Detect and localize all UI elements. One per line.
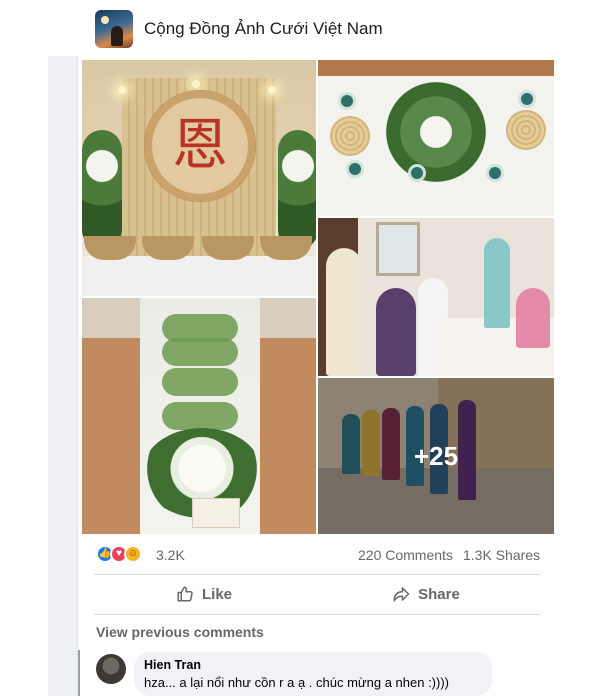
flower-arrangement [278, 130, 316, 250]
greenery [162, 402, 238, 430]
woven-tray [506, 110, 546, 150]
comment-thread-line [78, 650, 80, 696]
comment-text: hza... a lại nổi như cồn r a ạ . chúc mừ… [144, 675, 449, 690]
altar-table [82, 256, 316, 296]
thumbs-up-icon [177, 586, 193, 602]
teacup [338, 92, 356, 110]
share-button[interactable]: Share [326, 578, 526, 610]
window [376, 222, 420, 276]
teacup [486, 164, 504, 182]
share-label: Share [418, 585, 460, 603]
photo-makeup-room[interactable] [318, 218, 554, 376]
flower-centrepiece [386, 82, 486, 182]
commenter-avatar[interactable] [96, 654, 126, 684]
woven-tray [330, 116, 370, 156]
couple-silhouette [111, 26, 123, 46]
group-avatar[interactable] [95, 10, 133, 48]
comment-author[interactable]: Hien Tran [144, 658, 201, 672]
person [484, 238, 510, 328]
care-reaction-icon[interactable]: ☺ [124, 545, 142, 563]
teacup [346, 160, 364, 178]
greenery [162, 338, 238, 366]
moon-shape [101, 16, 109, 24]
light-bulb [268, 86, 276, 94]
post-stats: 👍 ♥ ☺ 3.2K 220 Comments 1.3K Shares [78, 536, 556, 572]
person [326, 248, 362, 376]
shares-count[interactable]: 1.3K Shares [463, 547, 540, 563]
person [376, 288, 416, 376]
teacup [518, 90, 536, 108]
group-name[interactable]: Cộng Đồng Ảnh Cưới Việt Nam [144, 19, 383, 39]
like-label: Like [201, 585, 232, 603]
divider [94, 574, 540, 575]
photo-altar[interactable]: 恩 [82, 60, 316, 296]
divider [94, 614, 540, 615]
reaction-count[interactable]: 3.2K [156, 547, 185, 563]
person [516, 288, 550, 348]
place-card [192, 498, 240, 528]
comments-count[interactable]: 220 Comments [358, 547, 453, 563]
share-arrow-icon [393, 587, 410, 602]
light-bulb [192, 80, 200, 88]
photo-table-topview[interactable] [318, 60, 554, 216]
greenery [162, 368, 238, 396]
view-previous-comments[interactable]: View previous comments [96, 624, 264, 640]
more-photos-count[interactable]: +25 [318, 378, 554, 534]
flower-arrangement [82, 130, 122, 250]
teacup [408, 164, 426, 182]
like-button[interactable]: Like [104, 578, 304, 610]
plaque-character: 恩 [172, 113, 228, 178]
photo-long-table[interactable] [82, 298, 316, 534]
group-header: Cộng Đồng Ảnh Cưới Việt Nam [0, 0, 600, 56]
left-rail [48, 56, 78, 696]
light-bulb [118, 86, 126, 94]
